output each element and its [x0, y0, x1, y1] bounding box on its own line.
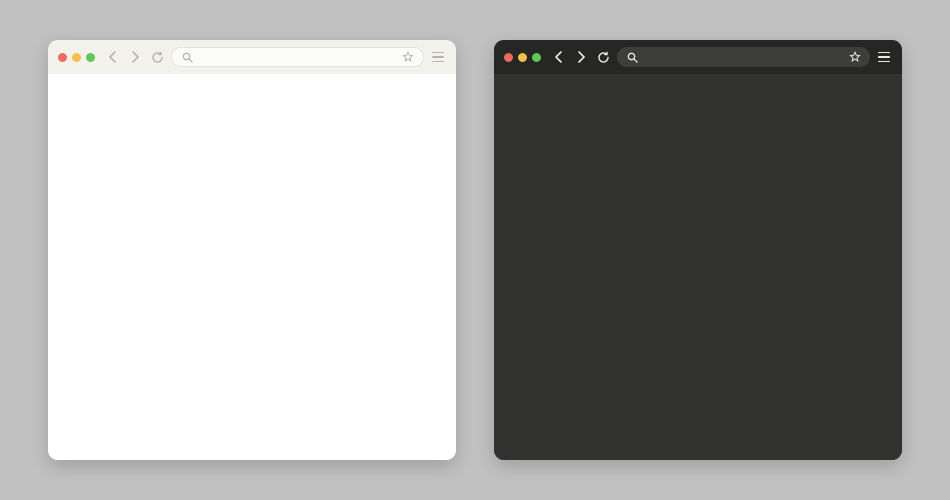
chevron-right-icon: [576, 51, 586, 63]
chevron-left-icon: [554, 51, 564, 63]
window-controls: [504, 53, 541, 62]
bookmark-star-icon[interactable]: [848, 50, 862, 64]
maximize-window-button[interactable]: [532, 53, 541, 62]
address-input[interactable]: [200, 52, 395, 63]
browser-toolbar: [494, 40, 902, 74]
close-window-button[interactable]: [58, 53, 67, 62]
back-button[interactable]: [105, 49, 121, 65]
window-controls: [58, 53, 95, 62]
hamburger-icon: [878, 52, 890, 54]
address-input[interactable]: [645, 52, 842, 63]
maximize-window-button[interactable]: [86, 53, 95, 62]
browser-toolbar: [48, 40, 456, 74]
chevron-left-icon: [108, 51, 118, 63]
address-bar[interactable]: [171, 47, 424, 67]
reload-button[interactable]: [149, 49, 165, 65]
forward-button[interactable]: [573, 49, 589, 65]
menu-button[interactable]: [876, 52, 892, 63]
back-button[interactable]: [551, 49, 567, 65]
search-icon: [180, 50, 194, 64]
reload-icon: [151, 51, 164, 64]
forward-button[interactable]: [127, 49, 143, 65]
close-window-button[interactable]: [504, 53, 513, 62]
menu-button[interactable]: [430, 52, 446, 63]
reload-button[interactable]: [595, 49, 611, 65]
search-icon: [625, 50, 639, 64]
address-bar[interactable]: [617, 47, 870, 67]
minimize-window-button[interactable]: [518, 53, 527, 62]
chevron-right-icon: [130, 51, 140, 63]
page-content: [48, 74, 456, 460]
minimize-window-button[interactable]: [72, 53, 81, 62]
reload-icon: [597, 51, 610, 64]
page-content: [494, 74, 902, 460]
bookmark-star-icon[interactable]: [401, 50, 415, 64]
browser-window-dark: [494, 40, 902, 460]
hamburger-icon: [432, 52, 444, 54]
browser-window-light: [48, 40, 456, 460]
